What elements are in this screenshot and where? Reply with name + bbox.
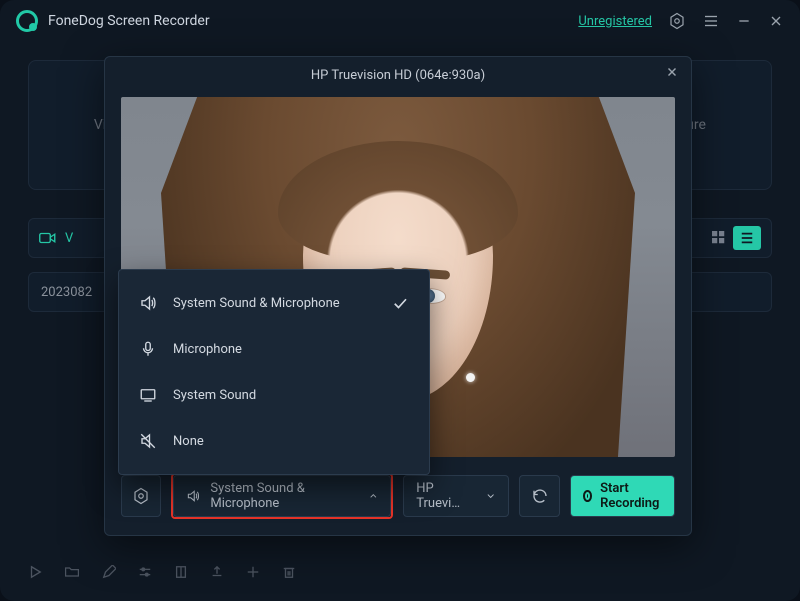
close-window-icon[interactable]	[768, 13, 784, 29]
start-recording-label: Start Recording	[600, 481, 662, 511]
audio-option-system-sound[interactable]: System Sound	[119, 372, 429, 418]
bottom-toolbar	[28, 557, 772, 587]
camera-device-label: HP Truevi…	[416, 481, 477, 511]
edit-icon[interactable]	[102, 565, 116, 579]
recording-filename: 2023082	[41, 285, 92, 300]
start-recording-button[interactable]: Start Recording	[570, 475, 675, 517]
system-sound-icon	[139, 386, 157, 404]
compress-icon[interactable]	[174, 565, 188, 579]
recorder-settings-button[interactable]	[121, 475, 161, 517]
audio-option-none[interactable]: None	[119, 418, 429, 464]
minimize-icon[interactable]	[736, 13, 752, 29]
convert-icon[interactable]	[246, 565, 260, 579]
audio-source-menu: System Sound & Microphone Microphone Sys…	[118, 269, 430, 475]
audio-option-label: Microphone	[173, 342, 242, 357]
app-logo-icon	[16, 10, 38, 32]
sliders-icon[interactable]	[138, 565, 152, 579]
audio-option-system-and-mic[interactable]: System Sound & Microphone	[119, 280, 429, 326]
reset-button[interactable]	[519, 475, 559, 517]
chevron-up-icon	[368, 490, 379, 502]
speaker-icon	[186, 488, 200, 504]
dialog-title: HP Truevision HD (064e:930a)	[311, 68, 485, 83]
speaker-icon	[139, 294, 157, 312]
record-icon	[583, 490, 592, 502]
view-toggle	[705, 226, 761, 250]
grid-view-icon[interactable]	[705, 226, 733, 250]
audio-source-label: System Sound & Microphone	[210, 481, 357, 511]
list-view-icon[interactable]	[733, 226, 761, 250]
video-tab-icon	[39, 231, 57, 245]
play-icon[interactable]	[28, 565, 42, 579]
titlebar: FoneDog Screen Recorder Unregistered	[0, 0, 800, 42]
chevron-down-icon	[485, 490, 496, 502]
dialog-close-icon[interactable]	[665, 65, 679, 79]
audio-source-highlight: System Sound & Microphone	[171, 473, 393, 519]
audio-option-label: None	[173, 434, 204, 449]
microphone-icon	[139, 340, 157, 358]
undo-icon	[531, 487, 549, 505]
export-icon[interactable]	[210, 565, 224, 579]
app-name: FoneDog Screen Recorder	[48, 13, 210, 29]
video-tab-label[interactable]: V	[65, 231, 73, 246]
dialog-header: HP Truevision HD (064e:930a)	[105, 57, 691, 93]
mute-icon	[139, 432, 157, 450]
audio-option-microphone[interactable]: Microphone	[119, 326, 429, 372]
delete-icon[interactable]	[282, 565, 296, 579]
audio-option-label: System Sound & Microphone	[173, 296, 340, 311]
checkmark-icon	[391, 294, 409, 312]
app-window: FoneDog Screen Recorder Unregistered Vid…	[0, 0, 800, 601]
settings-icon[interactable]	[668, 12, 686, 30]
camera-device-button[interactable]: HP Truevi…	[403, 475, 509, 517]
menu-icon[interactable]	[702, 12, 720, 30]
audio-option-label: System Sound	[173, 388, 256, 403]
unregistered-link[interactable]: Unregistered	[578, 14, 652, 29]
audio-source-button[interactable]: System Sound & Microphone	[173, 475, 391, 517]
folder-icon[interactable]	[64, 565, 80, 579]
